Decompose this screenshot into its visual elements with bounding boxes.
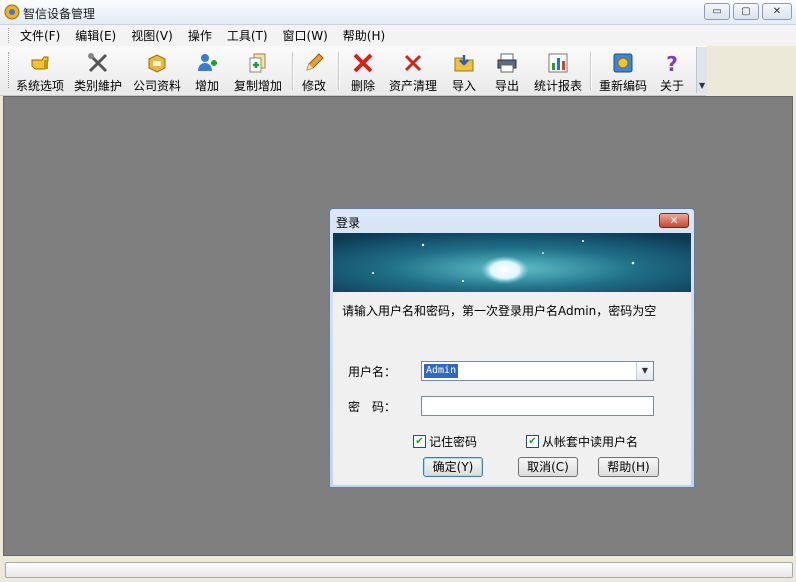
dialog-title: 登录 — [336, 216, 361, 230]
toolbar-separator — [292, 52, 294, 90]
remember-password-checkbox[interactable]: ✔ 记住密码 — [413, 433, 477, 450]
menu-edit[interactable]: 编辑(E) — [69, 28, 122, 44]
export-printer-icon — [497, 53, 517, 73]
system-options-button[interactable]: 系统选项 — [13, 50, 67, 93]
login-banner-image — [333, 233, 691, 292]
read-from-account-checkbox[interactable]: ✔ 从帐套中读用户名 — [526, 433, 638, 450]
window-title: 智信设备管理 — [23, 7, 96, 21]
recode-button[interactable]: 重新编码 — [596, 50, 650, 93]
checkmark-icon: ✔ — [413, 435, 426, 448]
toolbar-overflow-button[interactable]: ▼ — [696, 47, 707, 93]
category-maintenance-button[interactable]: 类别維护 — [71, 50, 125, 93]
add-button[interactable]: 增加 — [190, 50, 224, 93]
import-button[interactable]: 导入 — [448, 50, 480, 93]
checkmark-icon: ✔ — [526, 435, 539, 448]
menu-file[interactable]: 文件(F) — [14, 28, 66, 44]
statistics-report-button[interactable]: 统计报表 — [531, 50, 585, 93]
about-button[interactable]: ? 关于 — [656, 50, 688, 93]
menu-operate[interactable]: 操作 — [182, 28, 218, 44]
add-user-icon — [198, 54, 217, 71]
dialog-body: 请输入用户名和密码，第一次登录用户名Admin，密码为空 用户名： Admin … — [333, 233, 691, 485]
copy-add-icon — [249, 53, 266, 73]
edit-button[interactable]: 修改 — [298, 50, 330, 93]
login-dialog: 登录 ✕ 请输入用户名和密码，第一次登录用户名Admin，密码为空 用户名： A… — [329, 208, 695, 488]
login-hint-text: 请输入用户名和密码，第一次登录用户名Admin，密码为空 — [342, 304, 657, 318]
chevron-down-icon: ▼ — [699, 81, 706, 90]
menu-help[interactable]: 帮助(H) — [337, 28, 391, 44]
asset-clear-button[interactable]: 资产清理 — [386, 50, 440, 93]
password-field[interactable] — [421, 396, 654, 416]
remember-password-label: 记住密码 — [429, 435, 478, 449]
cancel-button[interactable]: 取消(C) — [518, 457, 578, 477]
toolbar-separator — [338, 52, 340, 90]
status-panel — [5, 562, 793, 578]
password-label: 密 码： — [348, 400, 397, 414]
maximize-button[interactable]: ▢ — [733, 3, 759, 20]
close-window-button[interactable]: ✕ — [762, 3, 792, 20]
menu-grip — [8, 28, 11, 43]
username-combobox[interactable]: Admin ▼ — [421, 361, 654, 381]
status-bar — [0, 558, 796, 582]
recode-gear-icon — [613, 53, 633, 73]
maximize-icon: ▢ — [741, 6, 751, 17]
tools-icon — [88, 53, 108, 73]
svg-text:?: ? — [666, 52, 678, 74]
menu-view[interactable]: 视图(V) — [125, 28, 179, 44]
help-button[interactable]: 帮助(H) — [598, 457, 659, 477]
dialog-close-button[interactable]: ✕ — [659, 213, 689, 228]
read-from-account-label: 从帐套中读用户名 — [542, 435, 639, 449]
export-button[interactable]: 导出 — [491, 50, 523, 93]
toolbar-grip — [8, 52, 11, 88]
delete-button[interactable]: 删除 — [346, 50, 380, 93]
copy-add-button[interactable]: 复制增加 — [231, 50, 285, 93]
pencil-icon — [306, 53, 324, 71]
toolbar-separator — [590, 52, 592, 90]
menu-window[interactable]: 窗口(W) — [277, 28, 334, 44]
company-info-button[interactable]: 公司资料 — [130, 50, 184, 93]
menu-bar: 文件(F) 编辑(E) 视图(V) 操作 工具(T) 窗口(W) 帮助(H) — [0, 25, 796, 46]
menu-tools[interactable]: 工具(T) — [221, 28, 274, 44]
chart-report-icon — [548, 53, 568, 73]
app-icon — [4, 4, 20, 20]
clear-x-icon — [404, 54, 422, 72]
pointing-hand-icon — [31, 56, 49, 70]
delete-x-icon — [353, 53, 373, 73]
ok-button[interactable]: 确定(Y) — [423, 457, 483, 477]
username-label: 用户名： — [348, 365, 397, 379]
title-bar: 智信设备管理 ▭ ▢ ✕ — [0, 0, 796, 25]
minimize-icon: ▭ — [712, 6, 722, 17]
close-icon: ✕ — [772, 6, 782, 17]
minimize-button[interactable]: ▭ — [704, 3, 730, 20]
import-folder-icon — [454, 55, 474, 72]
username-value[interactable]: Admin — [424, 364, 459, 378]
question-icon: ? — [666, 52, 678, 74]
company-file-icon — [148, 54, 166, 73]
close-icon: ✕ — [669, 214, 679, 227]
chevron-down-icon[interactable]: ▼ — [636, 362, 653, 380]
